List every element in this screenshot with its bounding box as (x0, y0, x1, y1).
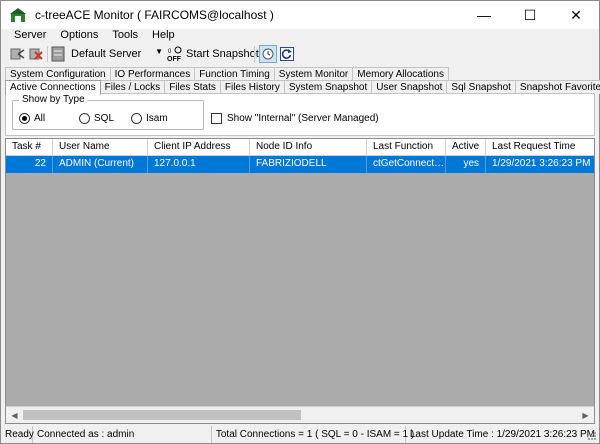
radio-button[interactable] (131, 113, 142, 124)
status-bar: Ready Connected as : admin Total Connect… (1, 426, 599, 443)
refresh-icon (280, 47, 294, 61)
svg-text:0: 0 (168, 49, 172, 55)
cell-node-id: FABRIZIODELL (250, 156, 367, 173)
disconnect-server-button[interactable] (28, 45, 44, 63)
menu-server[interactable]: Server (7, 26, 53, 45)
tab-io-performances[interactable]: IO Performances (109, 67, 196, 81)
start-snapshots-label: Start Snapshots (186, 47, 265, 60)
refresh-button[interactable] (279, 45, 295, 63)
connect-server-button[interactable] (9, 45, 25, 63)
app-icon (10, 7, 26, 23)
cell-last-function: ctGetConnectionI... (367, 156, 446, 173)
menu-options[interactable]: Options (53, 26, 105, 45)
tab-memory-allocations[interactable]: Memory Allocations (352, 67, 449, 81)
tab-files-locks[interactable]: Files / Locks (99, 80, 166, 94)
tab-files-history[interactable]: Files History (219, 80, 285, 94)
connections-grid[interactable]: Task # User Name Client IP Address Node … (5, 138, 595, 424)
menu-bar: Server Options Tools Help (1, 26, 599, 45)
tab-row-2: Active Connections Files / Locks Files S… (5, 80, 600, 95)
menu-tools[interactable]: Tools (105, 26, 145, 45)
radio-isam-label: Isam (146, 113, 168, 124)
column-header-node-id[interactable]: Node ID Info (250, 139, 367, 156)
horizontal-scrollbar[interactable]: ◀ ▶ (6, 406, 594, 423)
filter-panel: Show by Type All SQL Isam Show "Internal… (5, 93, 595, 136)
disconnect-icon (29, 48, 43, 60)
tab-system-configuration[interactable]: System Configuration (5, 67, 111, 81)
toolbar: Default Server ▼ 0 OFF Start Snapshots (1, 45, 599, 63)
status-last-update: Last Update Time : 1/29/2021 3:26:23 PM (409, 429, 595, 440)
cell-last-request: 1/29/2021 3:26:23 PM (486, 156, 594, 173)
toolbar-separator (254, 46, 255, 62)
minimize-button[interactable]: — (461, 1, 507, 29)
scroll-right-icon[interactable]: ▶ (577, 407, 594, 423)
tab-sql-snapshot[interactable]: Sql Snapshot (446, 80, 516, 94)
scroll-left-icon[interactable]: ◀ (6, 407, 23, 423)
status-connected: Connected as : admin (33, 426, 212, 443)
table-row[interactable]: 22 ADMIN (Current) 127.0.0.1 FABRIZIODEL… (6, 156, 594, 173)
radio-sql-label: SQL (94, 113, 115, 124)
start-snapshots-button[interactable]: 0 OFF Start Snapshots (167, 45, 264, 62)
radio-button[interactable] (19, 113, 30, 124)
tab-active-connections[interactable]: Active Connections (5, 80, 101, 95)
title-bar[interactable]: c-treeACE Monitor ( FAIRCOMS@localhost )… (1, 1, 599, 29)
grid-header: Task # User Name Client IP Address Node … (6, 139, 594, 156)
tab-function-timing[interactable]: Function Timing (194, 67, 275, 81)
radio-sql[interactable]: SQL (79, 113, 114, 124)
maximize-button[interactable]: ☐ (507, 1, 553, 29)
tab-row-1: System Configuration IO Performances Fun… (5, 67, 449, 81)
window-title: c-treeACE Monitor ( FAIRCOMS@localhost ) (35, 8, 274, 22)
svg-text:OFF: OFF (167, 56, 182, 62)
show-internal-option[interactable]: Show "Internal" (Server Managed) (211, 113, 379, 124)
cell-active: yes (446, 156, 486, 173)
tab-user-snapshot[interactable]: User Snapshot (371, 80, 448, 94)
menu-help[interactable]: Help (145, 26, 182, 45)
server-select-value: Default Server (71, 47, 142, 60)
column-header-user-name[interactable]: User Name (53, 139, 148, 156)
radio-isam[interactable]: Isam (131, 113, 168, 124)
radio-button[interactable] (79, 113, 90, 124)
clock-icon (262, 48, 274, 60)
app-window: c-treeACE Monitor ( FAIRCOMS@localhost )… (0, 0, 600, 444)
snapshot-off-icon: 0 OFF (167, 46, 182, 62)
scrollbar-thumb[interactable] (23, 410, 301, 420)
cell-user-name: ADMIN (Current) (53, 156, 148, 173)
status-total-connections: Total Connections = 1 ( SQL = 0 - ISAM =… (212, 426, 414, 443)
server-select[interactable]: Default Server ▼ (67, 45, 165, 62)
show-by-type-title: Show by Type (19, 94, 88, 105)
tab-system-snapshot[interactable]: System Snapshot (283, 80, 373, 94)
column-header-last-request[interactable]: Last Request Time (486, 139, 594, 156)
cell-client-ip: 127.0.0.1 (148, 156, 250, 173)
connect-icon (10, 48, 25, 60)
show-internal-checkbox[interactable] (211, 113, 222, 124)
column-header-task[interactable]: Task # (6, 139, 53, 156)
radio-all-label: All (34, 113, 46, 124)
toolbar-separator (47, 46, 48, 62)
tab-system-monitor[interactable]: System Monitor (273, 67, 354, 81)
column-header-client-ip[interactable]: Client IP Address (148, 139, 250, 156)
auto-refresh-button[interactable] (259, 45, 277, 63)
chevron-down-icon: ▼ (155, 47, 163, 56)
column-header-last-function[interactable]: Last Function (367, 139, 446, 156)
show-internal-label: Show "Internal" (Server Managed) (227, 113, 379, 124)
cell-task: 22 (6, 156, 53, 173)
status-ready: Ready (1, 426, 34, 443)
close-button[interactable]: ✕ (553, 1, 599, 29)
column-header-active[interactable]: Active (446, 139, 486, 156)
tab-snapshot-favorites[interactable]: Snapshot Favorites (514, 80, 600, 94)
tab-files-stats[interactable]: Files Stats (164, 80, 221, 94)
show-by-type-group: Show by Type All SQL Isam (12, 94, 204, 130)
server-icon (51, 45, 65, 63)
resize-grip-icon[interactable] (587, 431, 597, 441)
radio-all[interactable]: All (19, 113, 45, 124)
